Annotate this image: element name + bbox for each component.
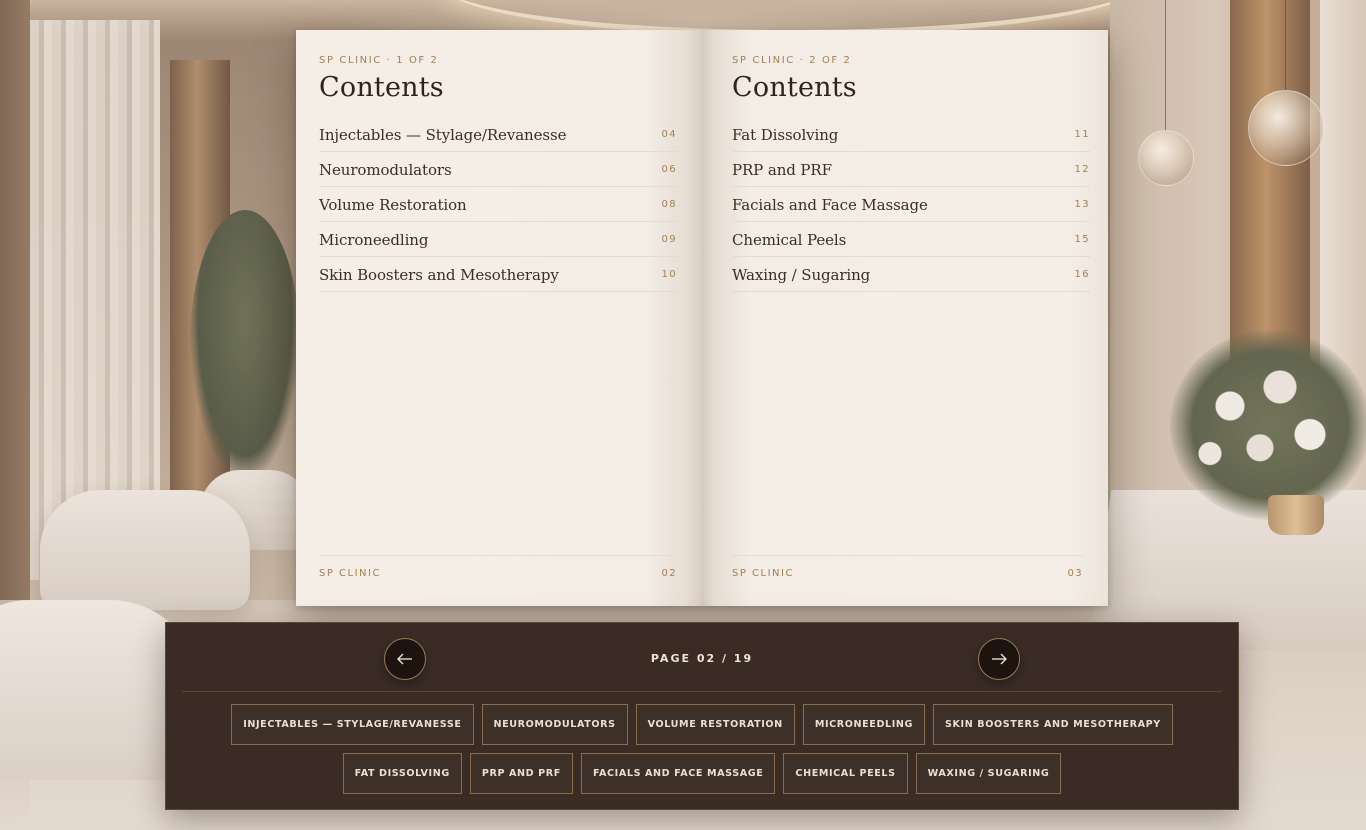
page-kicker: SP CLINIC · 2 OF 2 [732, 55, 852, 66]
footer-page-number: 03 [1067, 568, 1083, 579]
chip-fat-dissolving[interactable]: FAT DISSOLVING [342, 753, 462, 794]
footer-divider [319, 555, 677, 556]
toc-item-title: Waxing / Sugaring [732, 265, 871, 284]
book-spread: SP CLINIC · 1 OF 2 Contents Injectables … [296, 30, 1108, 606]
footer-page-number: 02 [661, 568, 677, 579]
toc-item-page: 06 [661, 164, 677, 175]
chip-chemical-peels[interactable]: CHEMICAL PEELS [783, 753, 908, 794]
arrow-right-icon [992, 653, 1007, 665]
toc-item-title: Neuromodulators [319, 160, 452, 179]
toc-item[interactable]: Waxing / Sugaring 16 [732, 258, 1090, 292]
toc-item-title: Injectables — Stylage/Revanesse [319, 125, 567, 144]
contents-title: Contents [319, 72, 444, 103]
toc-item-title: Fat Dissolving [732, 125, 839, 144]
toc-item-page: 15 [1074, 234, 1090, 245]
toc-item-page: 09 [661, 234, 677, 245]
footer-brand: SP CLINIC [732, 568, 794, 579]
toc-item[interactable]: Microneedling 09 [319, 223, 677, 257]
page-kicker: SP CLINIC · 1 OF 2 [319, 55, 439, 66]
table-of-contents: Injectables — Stylage/Revanesse 04 Neuro… [319, 118, 677, 293]
toc-item-title: Microneedling [319, 230, 429, 249]
chip-waxing-sugaring[interactable]: WAXING / SUGARING [915, 753, 1062, 794]
toc-item-title: Chemical Peels [732, 230, 847, 249]
chip-injectables[interactable]: INJECTABLES — STYLAGE/REVANESSE [231, 704, 474, 745]
right-page: SP CLINIC · 2 OF 2 Contents Fat Dissolvi… [702, 30, 1108, 606]
toc-item-title: Volume Restoration [319, 195, 467, 214]
chip-microneedling[interactable]: MICRONEEDLING [802, 704, 925, 745]
toc-item[interactable]: Skin Boosters and Mesotherapy 10 [319, 258, 677, 292]
chip-prp-prf[interactable]: PRP AND PRF [469, 753, 573, 794]
chip-facials[interactable]: FACIALS AND FACE MASSAGE [580, 753, 776, 794]
flipbook-controls: PAGE 02 / 19 INJECTABLES — STYLAGE/REVAN… [165, 622, 1239, 810]
toc-item[interactable]: Neuromodulators 06 [319, 153, 677, 187]
toc-item-page: 16 [1074, 269, 1090, 280]
chip-skin-boosters[interactable]: SKIN BOOSTERS AND MESOTHERAPY [933, 704, 1173, 745]
contents-title: Contents [732, 72, 857, 103]
toc-item[interactable]: Fat Dissolving 11 [732, 118, 1090, 152]
toc-item-page: 10 [661, 269, 677, 280]
footer-divider [732, 555, 1083, 556]
toc-item-page: 08 [661, 199, 677, 210]
controls-divider [182, 691, 1222, 692]
section-chips: INJECTABLES — STYLAGE/REVANESSE NEUROMOD… [166, 704, 1238, 794]
page-indicator: PAGE 02 / 19 [650, 652, 754, 665]
toc-item[interactable]: Injectables — Stylage/Revanesse 04 [319, 118, 677, 152]
toc-item-title: Skin Boosters and Mesotherapy [319, 265, 559, 284]
toc-item-page: 12 [1074, 164, 1090, 175]
toc-item-page: 04 [661, 129, 677, 140]
toc-item-page: 11 [1074, 129, 1090, 140]
toc-item-page: 13 [1074, 199, 1090, 210]
footer-brand: SP CLINIC [319, 568, 381, 579]
table-of-contents: Fat Dissolving 11 PRP and PRF 12 Facials… [732, 118, 1090, 293]
toc-item[interactable]: Facials and Face Massage 13 [732, 188, 1090, 222]
toc-item-title: PRP and PRF [732, 160, 832, 179]
toc-item[interactable]: Chemical Peels 15 [732, 223, 1090, 257]
next-page-button[interactable] [978, 638, 1020, 680]
chip-volume-restoration[interactable]: VOLUME RESTORATION [635, 704, 795, 745]
chip-neuromodulators[interactable]: NEUROMODULATORS [481, 704, 628, 745]
left-page: SP CLINIC · 1 OF 2 Contents Injectables … [296, 30, 702, 606]
toc-item[interactable]: Volume Restoration 08 [319, 188, 677, 222]
toc-item[interactable]: PRP and PRF 12 [732, 153, 1090, 187]
toc-item-title: Facials and Face Massage [732, 195, 928, 214]
